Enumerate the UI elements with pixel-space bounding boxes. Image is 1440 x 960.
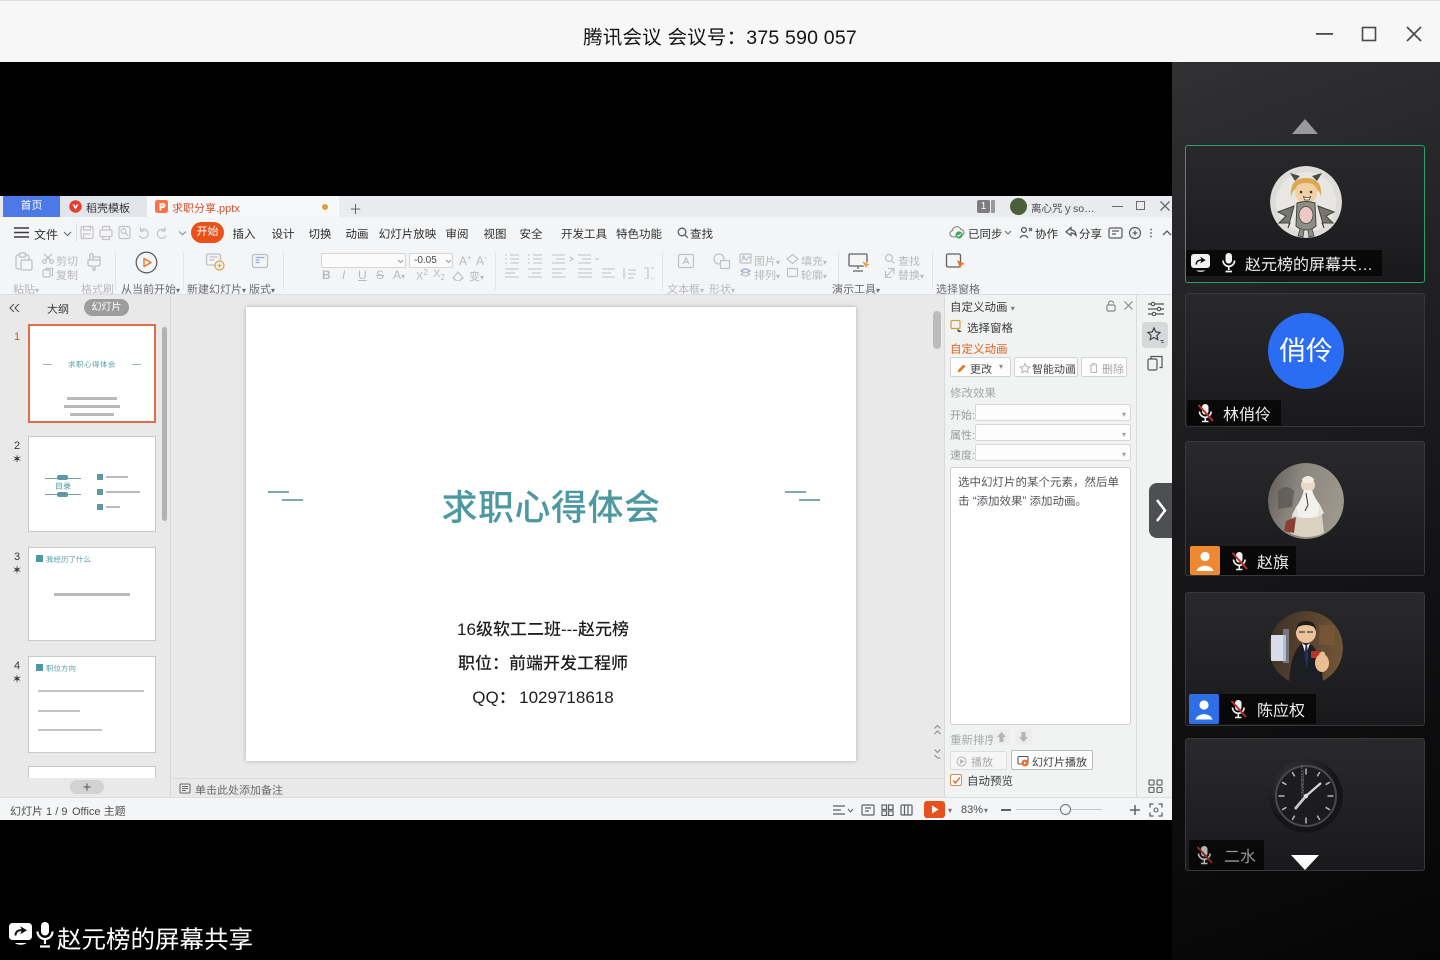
svg-text:LUNARMEDIA™: LUNARMEDIA™ [1300, 765, 1305, 799]
